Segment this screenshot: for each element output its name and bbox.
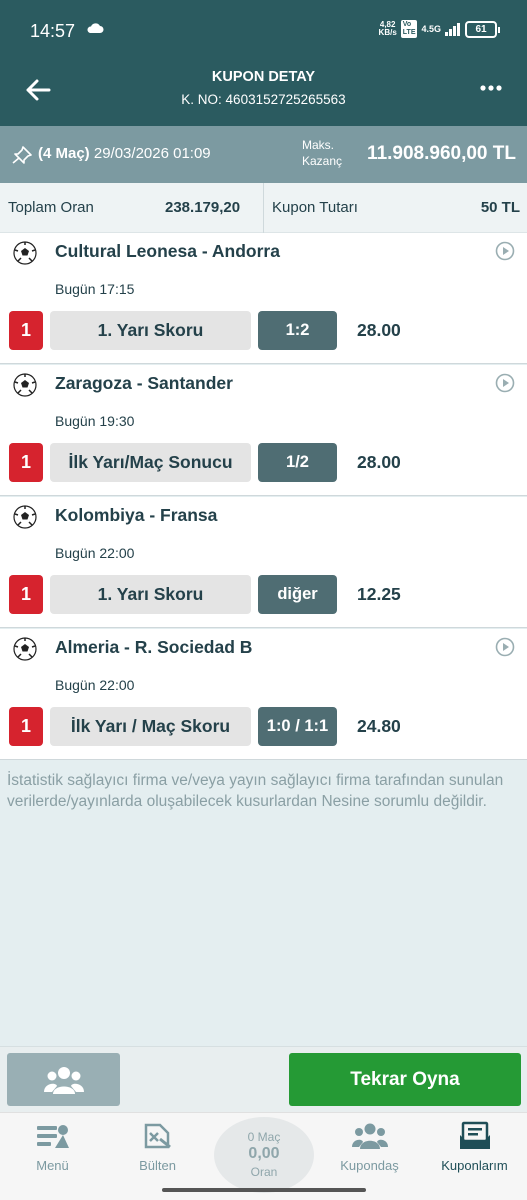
status-bar: 14:57 4,82 KB/s Vo LTE 4.5G 61: [0, 0, 527, 60]
odds-value: 28.00: [357, 452, 401, 472]
max-win-value: 11.908.960,00 TL: [367, 143, 516, 164]
menu-icon: [36, 1125, 69, 1148]
pick-badge: 1: [9, 707, 43, 746]
odds-value: 12.25: [357, 584, 401, 604]
soccer-ball-icon: [13, 241, 37, 265]
group-icon: [44, 1067, 84, 1094]
soccer-ball-icon: [13, 505, 37, 529]
selection-value: diğer: [258, 575, 337, 614]
odds-value: 28.00: [357, 320, 401, 340]
totals-row: Toplam Oran 238.179,20 Kupon Tutarı 50 T…: [0, 183, 527, 233]
selection-value: 1:0 / 1:1: [258, 707, 337, 746]
pick-badge: 1: [9, 443, 43, 482]
volte-badge: Vo LTE: [400, 20, 418, 38]
action-bar: Tekrar Oyna: [0, 1046, 527, 1112]
max-win-label: Maks. Kazanç: [302, 138, 343, 168]
market-name: 1. Yarı Skoru: [50, 311, 251, 350]
home-indicator[interactable]: [162, 1188, 366, 1192]
market-name: İlk Yarı/Maç Sonucu: [50, 443, 251, 482]
more-options-icon[interactable]: [479, 82, 503, 94]
market-name: İlk Yarı / Maç Skoru: [50, 707, 251, 746]
total-odds-label: Toplam Oran: [8, 199, 94, 216]
match-time: Bugün 22:00: [55, 677, 135, 693]
match-title[interactable]: Almeria - R. Sociedad B: [55, 637, 252, 658]
selection-value: 1/2: [258, 443, 337, 482]
nav-item-bulletin[interactable]: Bülten: [105, 1113, 210, 1183]
match-count-date: (4 Maç) 29/03/2026 01:09: [38, 145, 211, 162]
stake-label: Kupon Tutarı: [272, 199, 358, 216]
soccer-ball-icon: [13, 373, 37, 397]
nav-label: Kupondaş: [340, 1158, 399, 1173]
match-card[interactable]: Almeria - R. Sociedad B Bugün 22:00 1 İl…: [0, 629, 527, 760]
coupon-summary-bubble[interactable]: 0 Maç 0,00 Oran: [214, 1117, 314, 1193]
play-circle-icon[interactable]: [495, 373, 515, 393]
pick-badge: 1: [9, 311, 43, 350]
status-time: 14:57: [30, 21, 76, 41]
coupon-summary: (4 Maç) 29/03/2026 01:09 Maks. Kazanç 11…: [0, 126, 527, 183]
nav-label: Kuponlarım: [441, 1158, 508, 1173]
play-circle-icon[interactable]: [495, 241, 515, 261]
match-card[interactable]: Cultural Leonesa - Andorra Bugün 17:15 1…: [0, 233, 527, 364]
bubble-match-count: 0 Maç: [247, 1130, 281, 1144]
divider: [263, 183, 264, 233]
bubble-odds-label: Oran: [250, 1165, 278, 1179]
kupondas-icon: [351, 1123, 388, 1149]
app-header: KUPON DETAY K. NO: 4603152725265563: [0, 60, 527, 126]
coupon-datetime: 29/03/2026 01:09: [93, 145, 211, 162]
nav-label: Menü: [36, 1158, 69, 1173]
page-title: KUPON DETAY: [211, 69, 316, 85]
match-time: Bugün 19:30: [55, 413, 135, 429]
match-card[interactable]: Zaragoza - Santander Bugün 19:30 1 İlk Y…: [0, 365, 527, 496]
total-odds-value: 238.179,20: [165, 199, 241, 216]
status-indicators: 4,82 KB/s Vo LTE 4.5G 61: [378, 20, 500, 38]
pin-icon[interactable]: [12, 146, 32, 164]
nav-item-coupons[interactable]: Kuponlarım: [422, 1113, 527, 1183]
match-title[interactable]: Cultural Leonesa - Andorra: [55, 241, 280, 262]
replay-button[interactable]: Tekrar Oyna: [289, 1053, 521, 1106]
market-name: 1. Yarı Skoru: [50, 575, 251, 614]
network-speed: 4,82 KB/s: [378, 20, 397, 37]
nav-item-menu[interactable]: Menü: [0, 1113, 105, 1183]
bottom-navigation: Menü Bülten 0 Maç 0,00 Oran Kupondaş Kup…: [0, 1112, 527, 1200]
battery-icon: 61: [465, 20, 500, 38]
disclaimer-text: İstatistik sağlayıcı firma ve/veya yayın…: [7, 772, 504, 810]
bubble-odds-value: 0,00: [248, 1145, 280, 1162]
network-type: 4.5G: [421, 24, 441, 34]
stake-value: 50 TL: [480, 199, 520, 216]
match-title[interactable]: Kolombiya - Fransa: [55, 505, 217, 526]
play-circle-icon[interactable]: [495, 637, 515, 657]
match-card[interactable]: Kolombiya - Fransa Bugün 22:00 1 1. Yarı…: [0, 497, 527, 628]
match-title[interactable]: Zaragoza - Santander: [55, 373, 233, 394]
pick-badge: 1: [9, 575, 43, 614]
match-count: (4 Maç): [38, 145, 90, 162]
share-kupondas-button[interactable]: [7, 1053, 120, 1106]
nav-label: Bülten: [139, 1158, 176, 1173]
cloud-icon: [87, 23, 104, 33]
soccer-ball-icon: [13, 637, 37, 661]
match-time: Bugün 22:00: [55, 545, 135, 561]
bulletin-icon: [144, 1123, 171, 1149]
nav-item-kupondas[interactable]: Kupondaş: [317, 1113, 422, 1183]
coupons-icon: [459, 1121, 490, 1149]
odds-value: 24.80: [357, 716, 401, 736]
match-time: Bugün 17:15: [55, 281, 135, 297]
selection-value: 1:2: [258, 311, 337, 350]
signal-icon: [445, 22, 460, 36]
coupon-number: K. NO: 4603152725265563: [181, 92, 346, 107]
